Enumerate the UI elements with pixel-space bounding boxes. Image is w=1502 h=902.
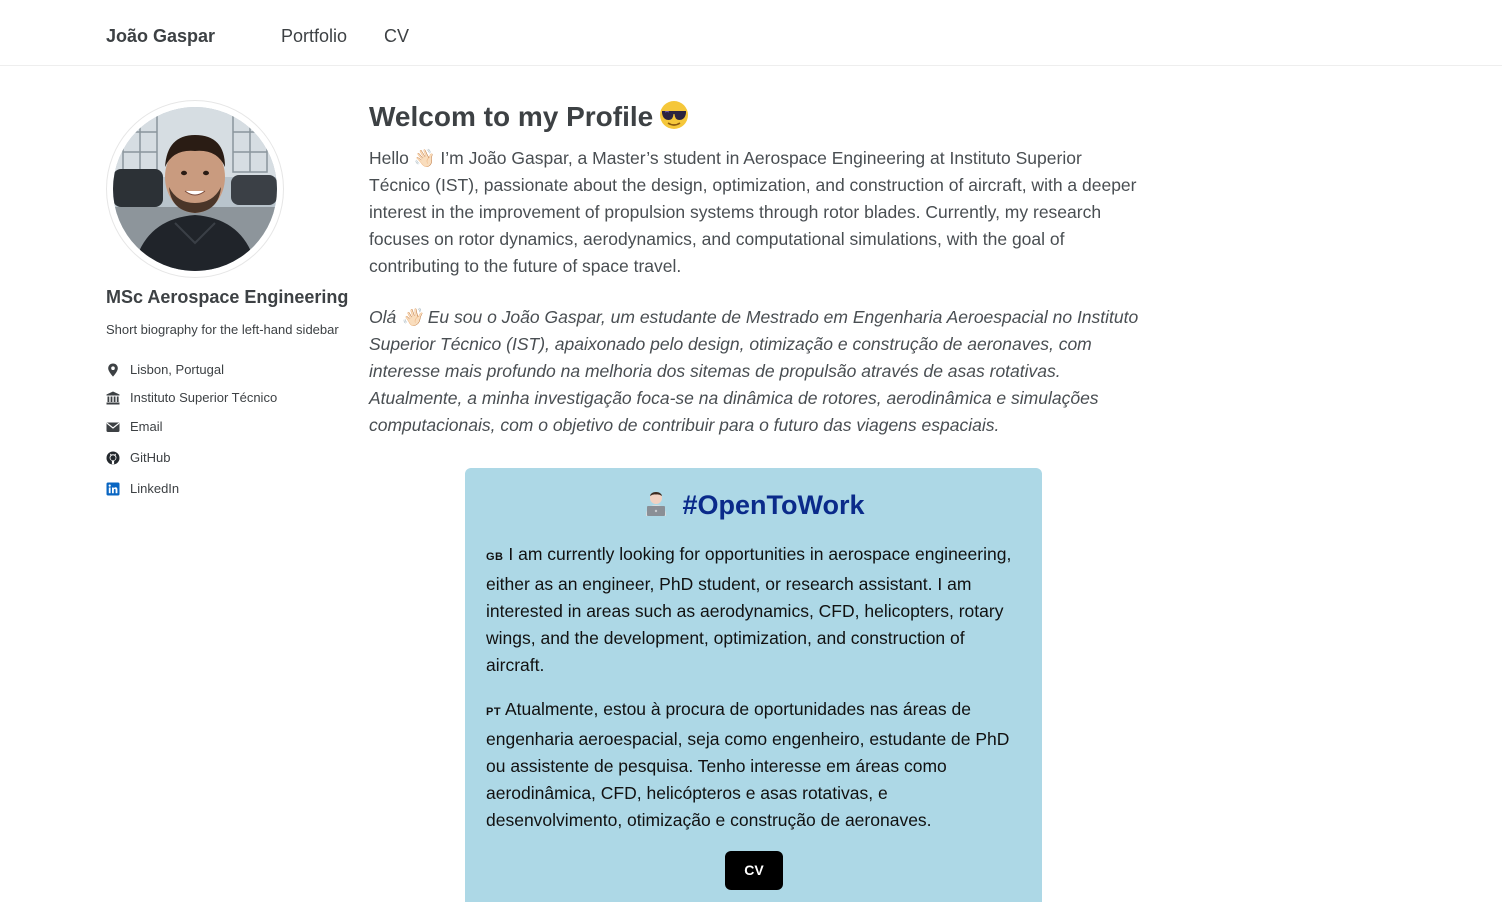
- author-bio: Short biography for the left-hand sideba…: [106, 322, 339, 337]
- open-to-work-card: #OpenToWork GB I am currently looking fo…: [465, 468, 1042, 902]
- nav-portfolio-link[interactable]: Portfolio: [281, 26, 347, 47]
- page-title: Welcom to my Profile: [369, 100, 689, 137]
- gb-flag-icon: GB: [486, 551, 504, 563]
- pt-flag-icon: PT: [486, 706, 502, 718]
- avatar: [113, 107, 277, 271]
- github-link[interactable]: GitHub: [130, 450, 170, 465]
- author-name: MSc Aerospace Engineering: [106, 287, 349, 307]
- avatar-frame: [106, 100, 284, 278]
- author-link-label: Lisbon, Portugal: [130, 362, 224, 377]
- github-icon: [106, 451, 120, 465]
- email-link[interactable]: Email: [130, 419, 163, 434]
- open-to-work-english: GB I am currently looking for opportunit…: [486, 541, 1026, 679]
- open-to-work-portuguese-text: Atualmente, estou à procura de oportunid…: [486, 699, 1010, 830]
- technologist-emoji-icon: [642, 490, 670, 525]
- masthead: João Gaspar Portfolio CV: [0, 0, 1502, 66]
- linkedin-link[interactable]: LinkedIn: [130, 481, 179, 496]
- avatar-photo: [113, 107, 277, 271]
- nav-cv-link[interactable]: CV: [384, 26, 409, 47]
- university-icon: [106, 391, 120, 405]
- page-title-text: Welcom to my Profile: [369, 100, 654, 132]
- open-to-work-english-text: I am currently looking for opportunities…: [486, 544, 1012, 675]
- intro-english: Hello 👋🏻 I’m João Gaspar, a Master’s stu…: [369, 148, 1137, 276]
- envelope-icon: [106, 422, 120, 432]
- intro-portuguese: Olá 👋🏻 Eu sou o João Gaspar, um estudant…: [369, 307, 1139, 435]
- sunglasses-emoji-icon: [659, 100, 689, 137]
- cv-button[interactable]: CV: [725, 851, 783, 890]
- open-to-work-portuguese: PT Atualmente, estou à procura de oportu…: [486, 696, 1026, 834]
- map-marker-icon: [108, 363, 118, 377]
- site-title-link[interactable]: João Gaspar: [106, 26, 215, 47]
- open-to-work-title-text: #OpenToWork: [682, 490, 865, 520]
- linkedin-icon: [106, 482, 120, 496]
- author-link-label: Instituto Superior Técnico: [130, 390, 278, 405]
- open-to-work-title: #OpenToWork: [465, 490, 1042, 525]
